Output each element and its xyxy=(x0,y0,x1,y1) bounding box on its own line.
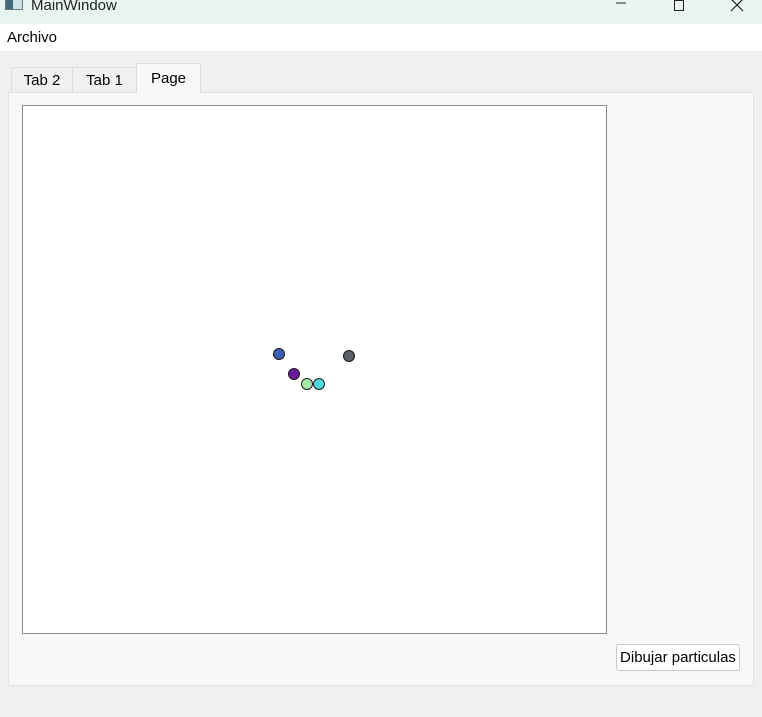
close-icon xyxy=(730,0,744,12)
tab-1[interactable]: Tab 1 xyxy=(72,67,137,92)
app-icon xyxy=(5,0,23,10)
draw-particles-button[interactable]: Dibujar particulas xyxy=(616,644,740,671)
maximize-icon xyxy=(674,0,684,11)
tab-page[interactable]: Page xyxy=(136,63,201,93)
particle xyxy=(313,378,325,390)
particle xyxy=(301,378,313,390)
particle-canvas[interactable] xyxy=(22,105,607,634)
close-button[interactable] xyxy=(714,0,760,16)
particle xyxy=(343,350,355,362)
title-bar: MainWindow xyxy=(0,0,762,24)
maximize-button[interactable] xyxy=(656,0,702,16)
window-title: MainWindow xyxy=(31,0,117,14)
minimize-button[interactable] xyxy=(598,0,644,16)
minimize-icon xyxy=(616,2,626,4)
particle xyxy=(273,348,285,360)
menu-archivo[interactable]: Archivo xyxy=(7,29,57,47)
tab-2[interactable]: Tab 2 xyxy=(11,67,73,92)
menu-bar: Archivo xyxy=(0,24,762,51)
particle xyxy=(288,368,300,380)
